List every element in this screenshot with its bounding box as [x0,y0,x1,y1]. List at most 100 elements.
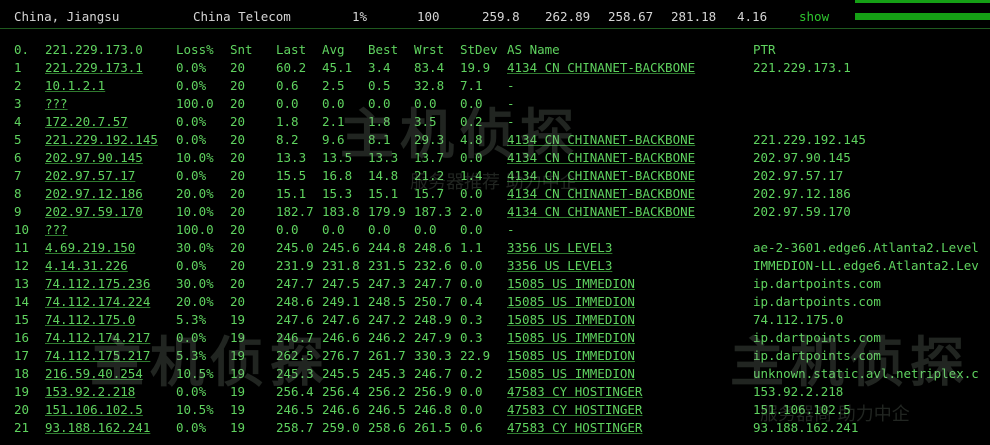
hop-host[interactable]: 74.112.175.236 [45,275,150,293]
hop-index: 16 [14,330,30,345]
hop-ptr: ae-2-3601.edge6.Atlanta2.Level [753,240,979,255]
hop-loss: 10.0% [176,204,214,219]
hop-as-name[interactable]: 4134 CN CHINANET-BACKBONE [507,149,695,167]
hop-host[interactable]: ??? [45,95,68,113]
hop-as-name[interactable]: 47583 CY HOSTINGER [507,419,642,437]
hop-as-name[interactable]: 15085 US IMMEDION [507,275,635,293]
hop-stdev: 0.0 [460,96,483,111]
hop-last: 256.4 [276,384,314,399]
hop-as-name[interactable]: 3356 US LEVEL3 [507,257,612,275]
hop-sent: 20 [230,168,246,183]
hop-worst: 15.7 [414,186,445,201]
hop-host[interactable]: 202.97.12.186 [45,185,143,203]
hop-loss: 20.0% [176,186,214,201]
hop-as-name[interactable]: 47583 CY HOSTINGER [507,401,642,419]
hop-stdev: 0.3 [460,312,483,327]
table-row: 4 172.20.7.57 0.0% 20 1.8 2.1 1.8 3.5 0.2 - [0,113,990,131]
hop-host[interactable]: 4.14.31.226 [45,257,128,275]
hop-host[interactable]: 153.92.2.218 [45,383,135,401]
header-best: Best [368,42,399,57]
hop-avg: 9.6 [322,132,345,147]
hop-avg: 2.1 [322,114,345,129]
hop-sent: 20 [230,204,246,219]
hop-host[interactable]: ??? [45,221,68,239]
hop-avg: 16.8 [322,168,353,183]
hop-loss: 10.5% [176,402,214,417]
hop-as-name: - [507,96,515,111]
hop-worst: 256.9 [414,384,452,399]
hop-best: 179.9 [368,204,406,219]
hop-ptr: 74.112.175.0 [753,312,844,327]
hop-stdev: 0.6 [460,420,483,435]
hop-as-name[interactable]: 3356 US LEVEL3 [507,239,612,257]
hop-as-name[interactable]: 47583 CY HOSTINGER [507,383,642,401]
hop-index: 14 [14,294,30,309]
hop-host[interactable]: 216.59.40.254 [45,365,143,383]
hop-sent: 20 [230,60,246,75]
hop-loss: 5.3% [176,312,207,327]
hop-stdev: 0.0 [460,186,483,201]
hop-stdev: 0.0 [460,384,483,399]
hop-as-name[interactable]: 4134 CN CHINANET-BACKBONE [507,185,695,203]
hop-index: 6 [14,150,22,165]
hop-as-name[interactable]: 15085 US IMMEDION [507,347,635,365]
hop-host[interactable]: 151.106.102.5 [45,401,143,419]
header-wrst: Wrst [414,42,445,57]
hop-last: 15.5 [276,168,307,183]
hop-stdev: 4.8 [460,132,483,147]
hop-worst: 3.5 [414,114,437,129]
hop-best: 244.8 [368,240,406,255]
hop-host[interactable]: 10.1.2.1 [45,77,105,95]
hop-ptr: ip.dartpoints.com [753,294,881,309]
summary-stdev: 4.16 [737,9,768,24]
summary-snt: 100 [417,9,440,24]
hop-as-name[interactable]: 15085 US IMMEDION [507,365,635,383]
hop-stdev: 0.0 [460,222,483,237]
hop-host[interactable]: 74.112.174.224 [45,293,150,311]
hop-index: 20 [14,402,30,417]
hop-ptr: 202.97.12.186 [753,186,851,201]
hop-best: 256.2 [368,384,406,399]
hop-host[interactable]: 202.97.90.145 [45,149,143,167]
header-loss: Loss% [176,42,214,57]
hop-host[interactable]: 221.229.192.145 [45,131,158,149]
hop-best: 0.5 [368,78,391,93]
hop-last: 247.7 [276,276,314,291]
hop-loss: 0.0% [176,384,207,399]
hop-ptr: 221.229.192.145 [753,132,866,147]
hop-ptr: ip.dartpoints.com [753,330,881,345]
hop-best: 247.3 [368,276,406,291]
hop-worst: 330.3 [414,348,452,363]
hop-as-name[interactable]: 4134 CN CHINANET-BACKBONE [507,203,695,221]
hop-as-name[interactable]: 15085 US IMMEDION [507,293,635,311]
hop-as-name[interactable]: 4134 CN CHINANET-BACKBONE [507,59,695,77]
hop-best: 1.8 [368,114,391,129]
hop-stdev: 1.1 [460,240,483,255]
hop-last: 262.5 [276,348,314,363]
hop-as-name[interactable]: 15085 US IMMEDION [507,329,635,347]
hop-host[interactable]: 74.112.175.0 [45,311,135,329]
hop-host[interactable]: 202.97.59.170 [45,203,143,221]
hop-stdev: 1.4 [460,168,483,183]
hop-loss: 5.3% [176,348,207,363]
hop-avg: 259.0 [322,420,360,435]
hop-index: 8 [14,186,22,201]
hop-host[interactable]: 4.69.219.150 [45,239,135,257]
hop-last: 246.7 [276,330,314,345]
hop-host[interactable]: 93.188.162.241 [45,419,150,437]
hop-worst: 250.7 [414,294,452,309]
show-link[interactable]: show [799,9,829,24]
header-stdev: StDev [460,42,498,57]
hop-host[interactable]: 74.112.175.217 [45,347,150,365]
hop-sent: 19 [230,348,246,363]
hop-host[interactable]: 202.97.57.17 [45,167,135,185]
hop-host[interactable]: 221.229.173.1 [45,59,143,77]
hop-worst: 32.8 [414,78,445,93]
hop-host[interactable]: 172.20.7.57 [45,113,128,131]
hop-as-name[interactable]: 4134 CN CHINANET-BACKBONE [507,131,695,149]
hop-as-name[interactable]: 15085 US IMMEDION [507,311,635,329]
hop-as-name[interactable]: 4134 CN CHINANET-BACKBONE [507,167,695,185]
hop-best: 231.5 [368,258,406,273]
hop-loss: 10.5% [176,366,214,381]
hop-host[interactable]: 74.112.174.217 [45,329,150,347]
